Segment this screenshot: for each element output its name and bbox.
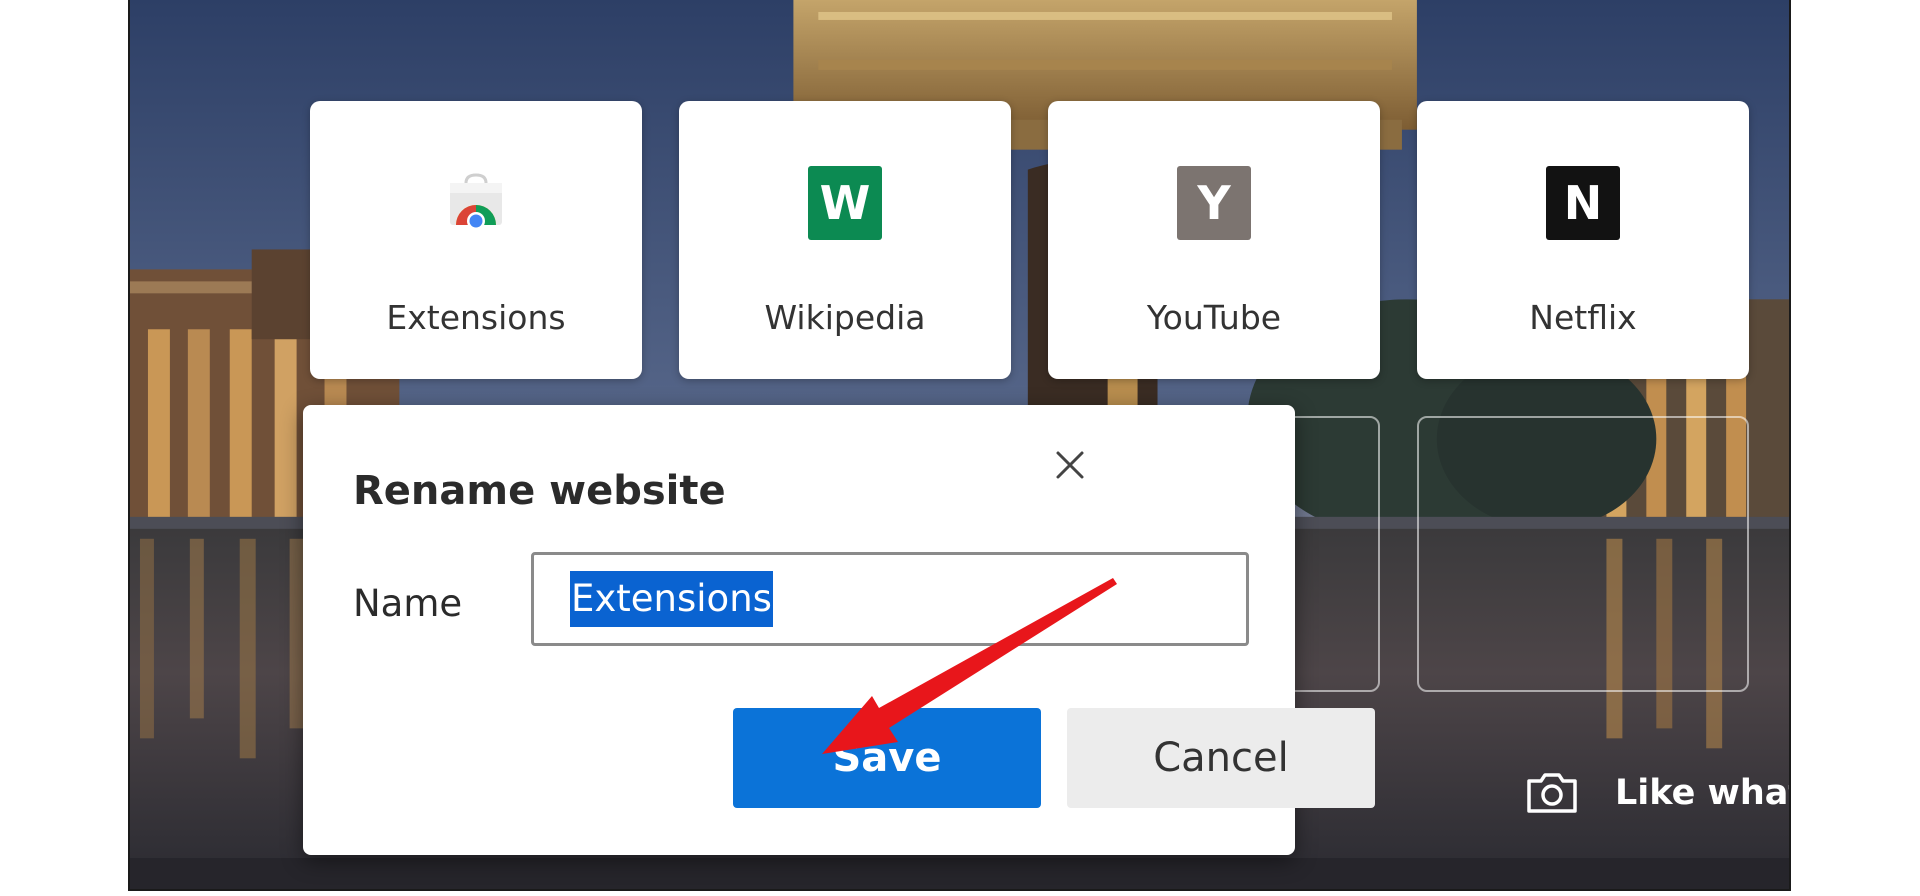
rename-website-dialog: Rename website Name Extensions Save Canc…	[303, 405, 1375, 855]
image-info-text: Like what	[1615, 773, 1791, 813]
top-site-label: Netflix	[1529, 298, 1637, 337]
empty-top-site-slot[interactable]	[1417, 416, 1749, 692]
top-site-tile-netflix[interactable]: N Netflix	[1417, 101, 1749, 379]
top-site-label: Wikipedia	[764, 298, 926, 337]
save-button[interactable]: Save	[733, 708, 1041, 808]
image-info-link[interactable]: Like what	[1525, 768, 1791, 818]
top-site-label: YouTube	[1146, 298, 1282, 337]
youtube-letter: Y	[1177, 166, 1251, 240]
top-site-label: Extensions	[386, 298, 566, 337]
chrome-web-store-icon	[439, 166, 513, 240]
top-site-tile-youtube[interactable]: Y YouTube	[1048, 101, 1380, 379]
name-label: Name	[353, 582, 463, 625]
dialog-title: Rename website	[353, 468, 726, 514]
wikipedia-letter: W	[808, 166, 882, 240]
netflix-letter-icon: N	[1546, 166, 1620, 240]
name-input[interactable]: Extensions	[531, 552, 1249, 646]
close-icon[interactable]	[1047, 442, 1093, 488]
netflix-letter: N	[1546, 166, 1620, 240]
camera-icon	[1527, 773, 1577, 813]
top-site-tile-extensions[interactable]: Extensions	[310, 101, 642, 379]
new-tab-page: Extensions W Wikipedia Y YouTube N Netfl…	[128, 0, 1791, 891]
cancel-button[interactable]: Cancel	[1067, 708, 1375, 808]
selected-name-text: Extensions	[570, 571, 773, 627]
top-site-tile-wikipedia[interactable]: W Wikipedia	[679, 101, 1011, 379]
youtube-letter-icon: Y	[1177, 166, 1251, 240]
wikipedia-letter-icon: W	[808, 166, 882, 240]
